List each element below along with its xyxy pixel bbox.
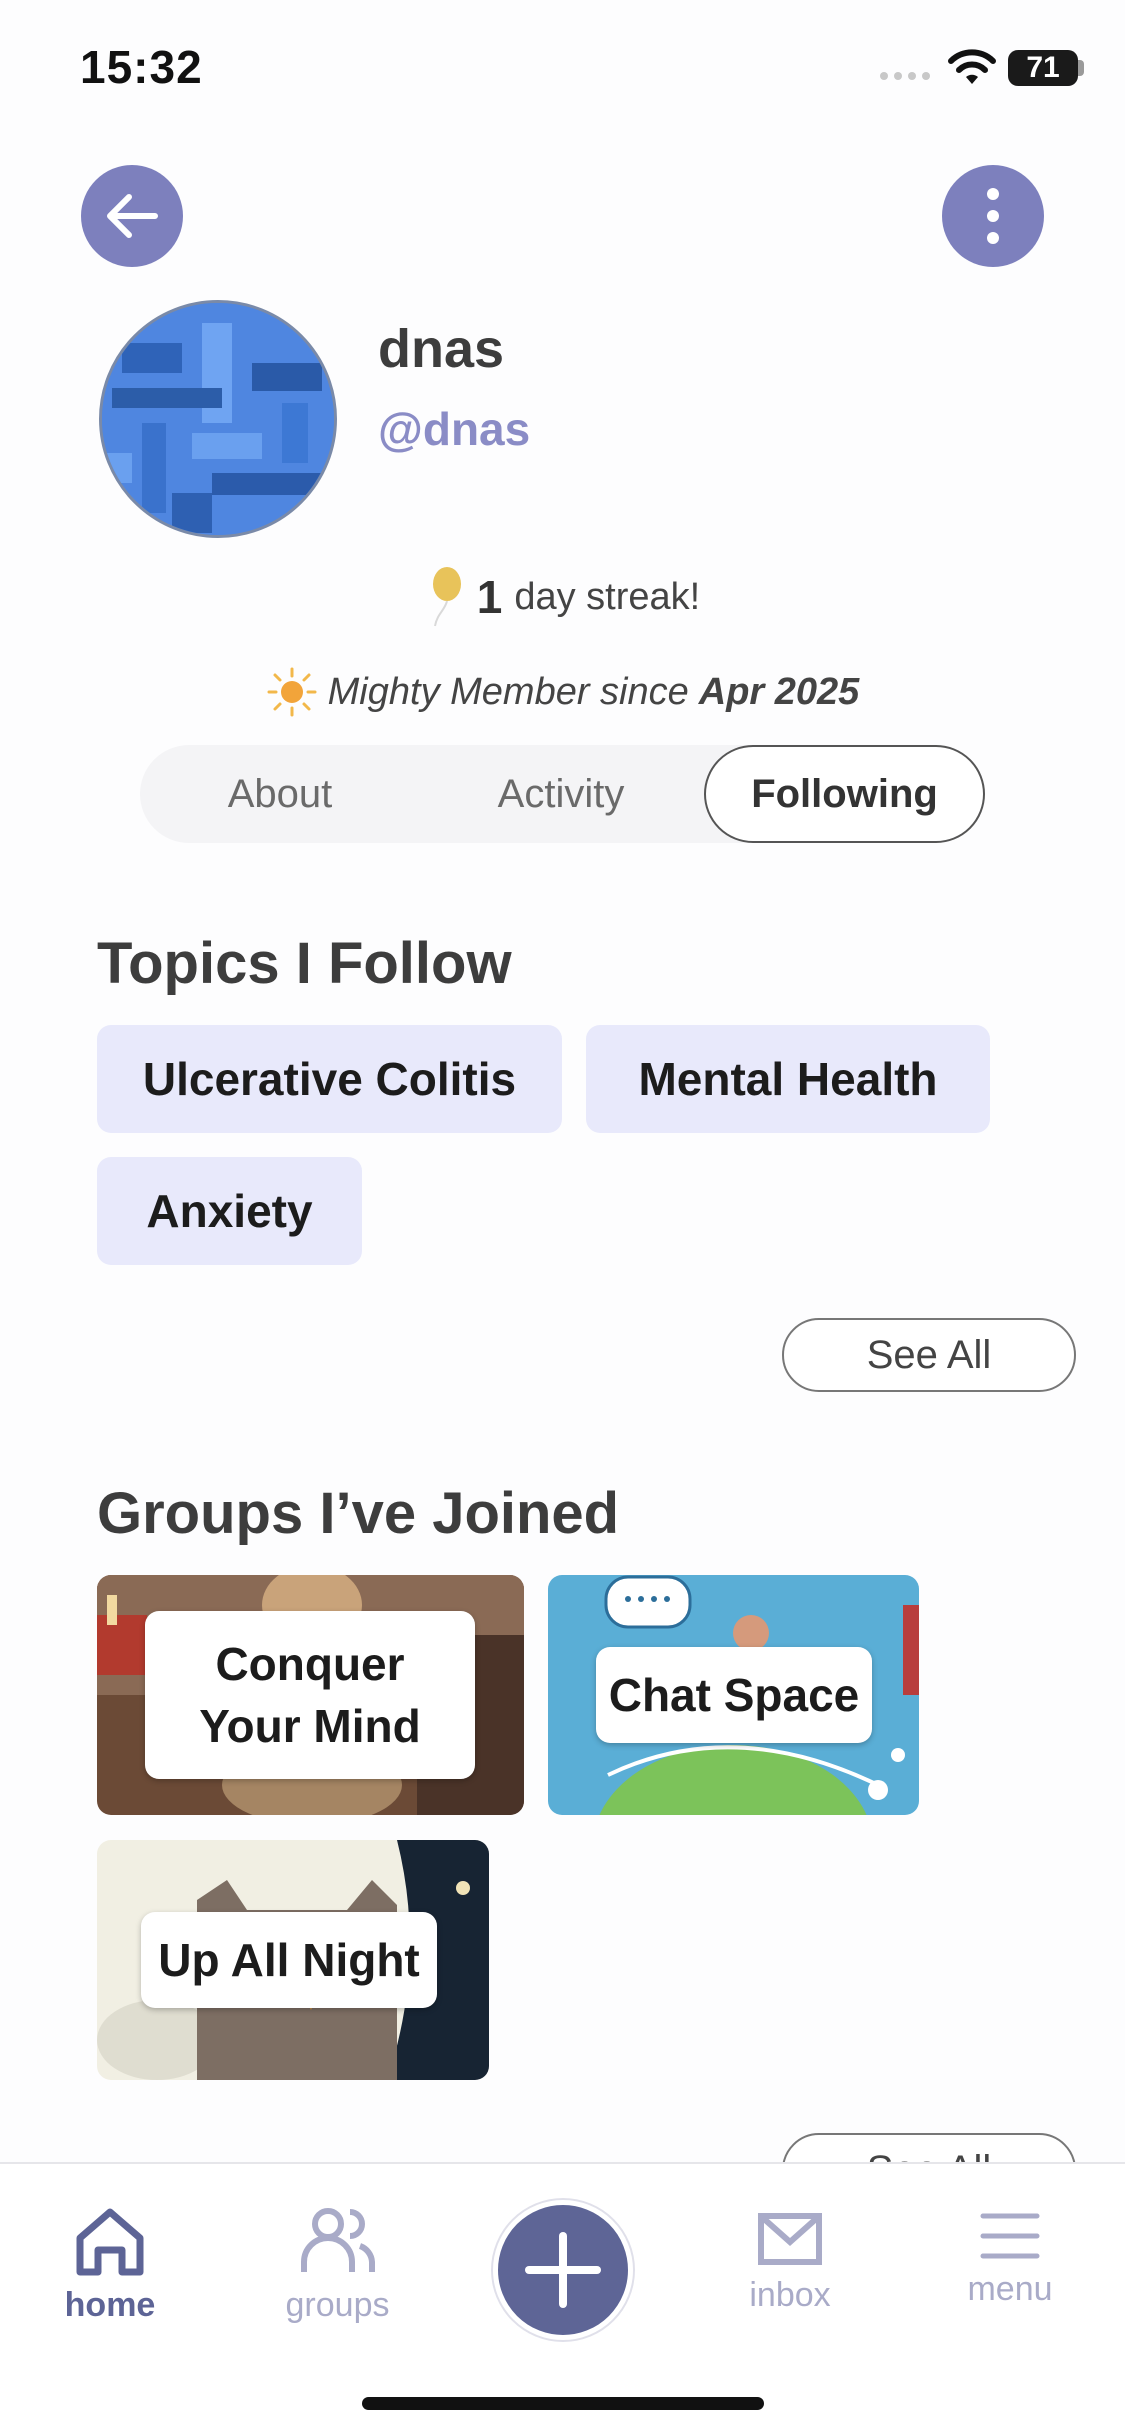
- users-icon: [300, 2208, 375, 2272]
- home-indicator: [362, 2397, 764, 2410]
- tab-activity[interactable]: Activity: [420, 745, 702, 843]
- tab-about[interactable]: About: [140, 745, 420, 843]
- groups-title: Groups I’ve Joined: [97, 1481, 620, 1546]
- nav-groups[interactable]: groups: [270, 2204, 405, 2325]
- status-time: 15:32: [80, 41, 203, 93]
- profile-tabs: About Activity Following: [140, 745, 985, 843]
- balloon-icon: [432, 567, 461, 627]
- group-card-conquer-your-mind[interactable]: Conquer Your Mind: [97, 1575, 524, 1815]
- avatar-pattern: [102, 303, 334, 535]
- sun-icon: [267, 667, 317, 717]
- avatar[interactable]: [99, 300, 337, 538]
- cellular-signal-icon: [880, 72, 930, 80]
- tab-following[interactable]: Following: [704, 745, 985, 843]
- hamburger-icon: [980, 2213, 1040, 2259]
- nav-inbox[interactable]: inbox: [730, 2210, 850, 2315]
- arrow-left-icon: [107, 194, 158, 238]
- mail-icon: [758, 2213, 822, 2265]
- nav-menu[interactable]: menu: [950, 2210, 1070, 2309]
- battery-indicator: 71: [1008, 50, 1078, 86]
- nav-menu-label: menu: [967, 2270, 1053, 2308]
- topic-chip-mental-health[interactable]: Mental Health: [586, 1025, 990, 1133]
- plus-icon: [525, 2232, 601, 2308]
- member-since: Mighty Member since Apr 2025: [0, 666, 1125, 718]
- profile-name: dnas: [378, 319, 505, 379]
- back-button[interactable]: [81, 165, 183, 267]
- nav-groups-label: groups: [285, 2286, 390, 2324]
- home-icon: [76, 2208, 144, 2276]
- topic-chip-ulcerative-colitis[interactable]: Ulcerative Colitis: [97, 1025, 562, 1133]
- streak-count: 1: [476, 571, 503, 623]
- battery-tip: [1078, 60, 1084, 76]
- nav-inbox-label: inbox: [749, 2276, 831, 2314]
- nav-home[interactable]: home: [50, 2204, 170, 2325]
- topics-title: Topics I Follow: [97, 931, 512, 996]
- group-label: Conquer Your Mind: [145, 1611, 475, 1779]
- streak-text: day streak!: [514, 575, 701, 618]
- nav-home-label: home: [64, 2286, 156, 2324]
- streak-info: 1 day streak!: [0, 566, 1125, 628]
- member-prefix: Mighty Member since: [327, 670, 689, 713]
- member-date: Apr 2025: [698, 670, 860, 713]
- wifi-icon: [948, 49, 996, 84]
- more-vertical-icon: [987, 188, 999, 244]
- profile-handle: @dnas: [378, 403, 531, 455]
- group-card-chat-space[interactable]: Chat Space: [548, 1575, 919, 1815]
- more-options-button[interactable]: [942, 165, 1044, 267]
- topic-chip-anxiety[interactable]: Anxiety: [97, 1157, 362, 1265]
- group-label: Up All Night: [141, 1912, 437, 2008]
- create-post-button[interactable]: [493, 2200, 633, 2340]
- group-label: Chat Space: [596, 1647, 872, 1743]
- topics-see-all-button[interactable]: See All: [782, 1318, 1076, 1392]
- group-card-up-all-night[interactable]: Up All Night: [97, 1840, 489, 2080]
